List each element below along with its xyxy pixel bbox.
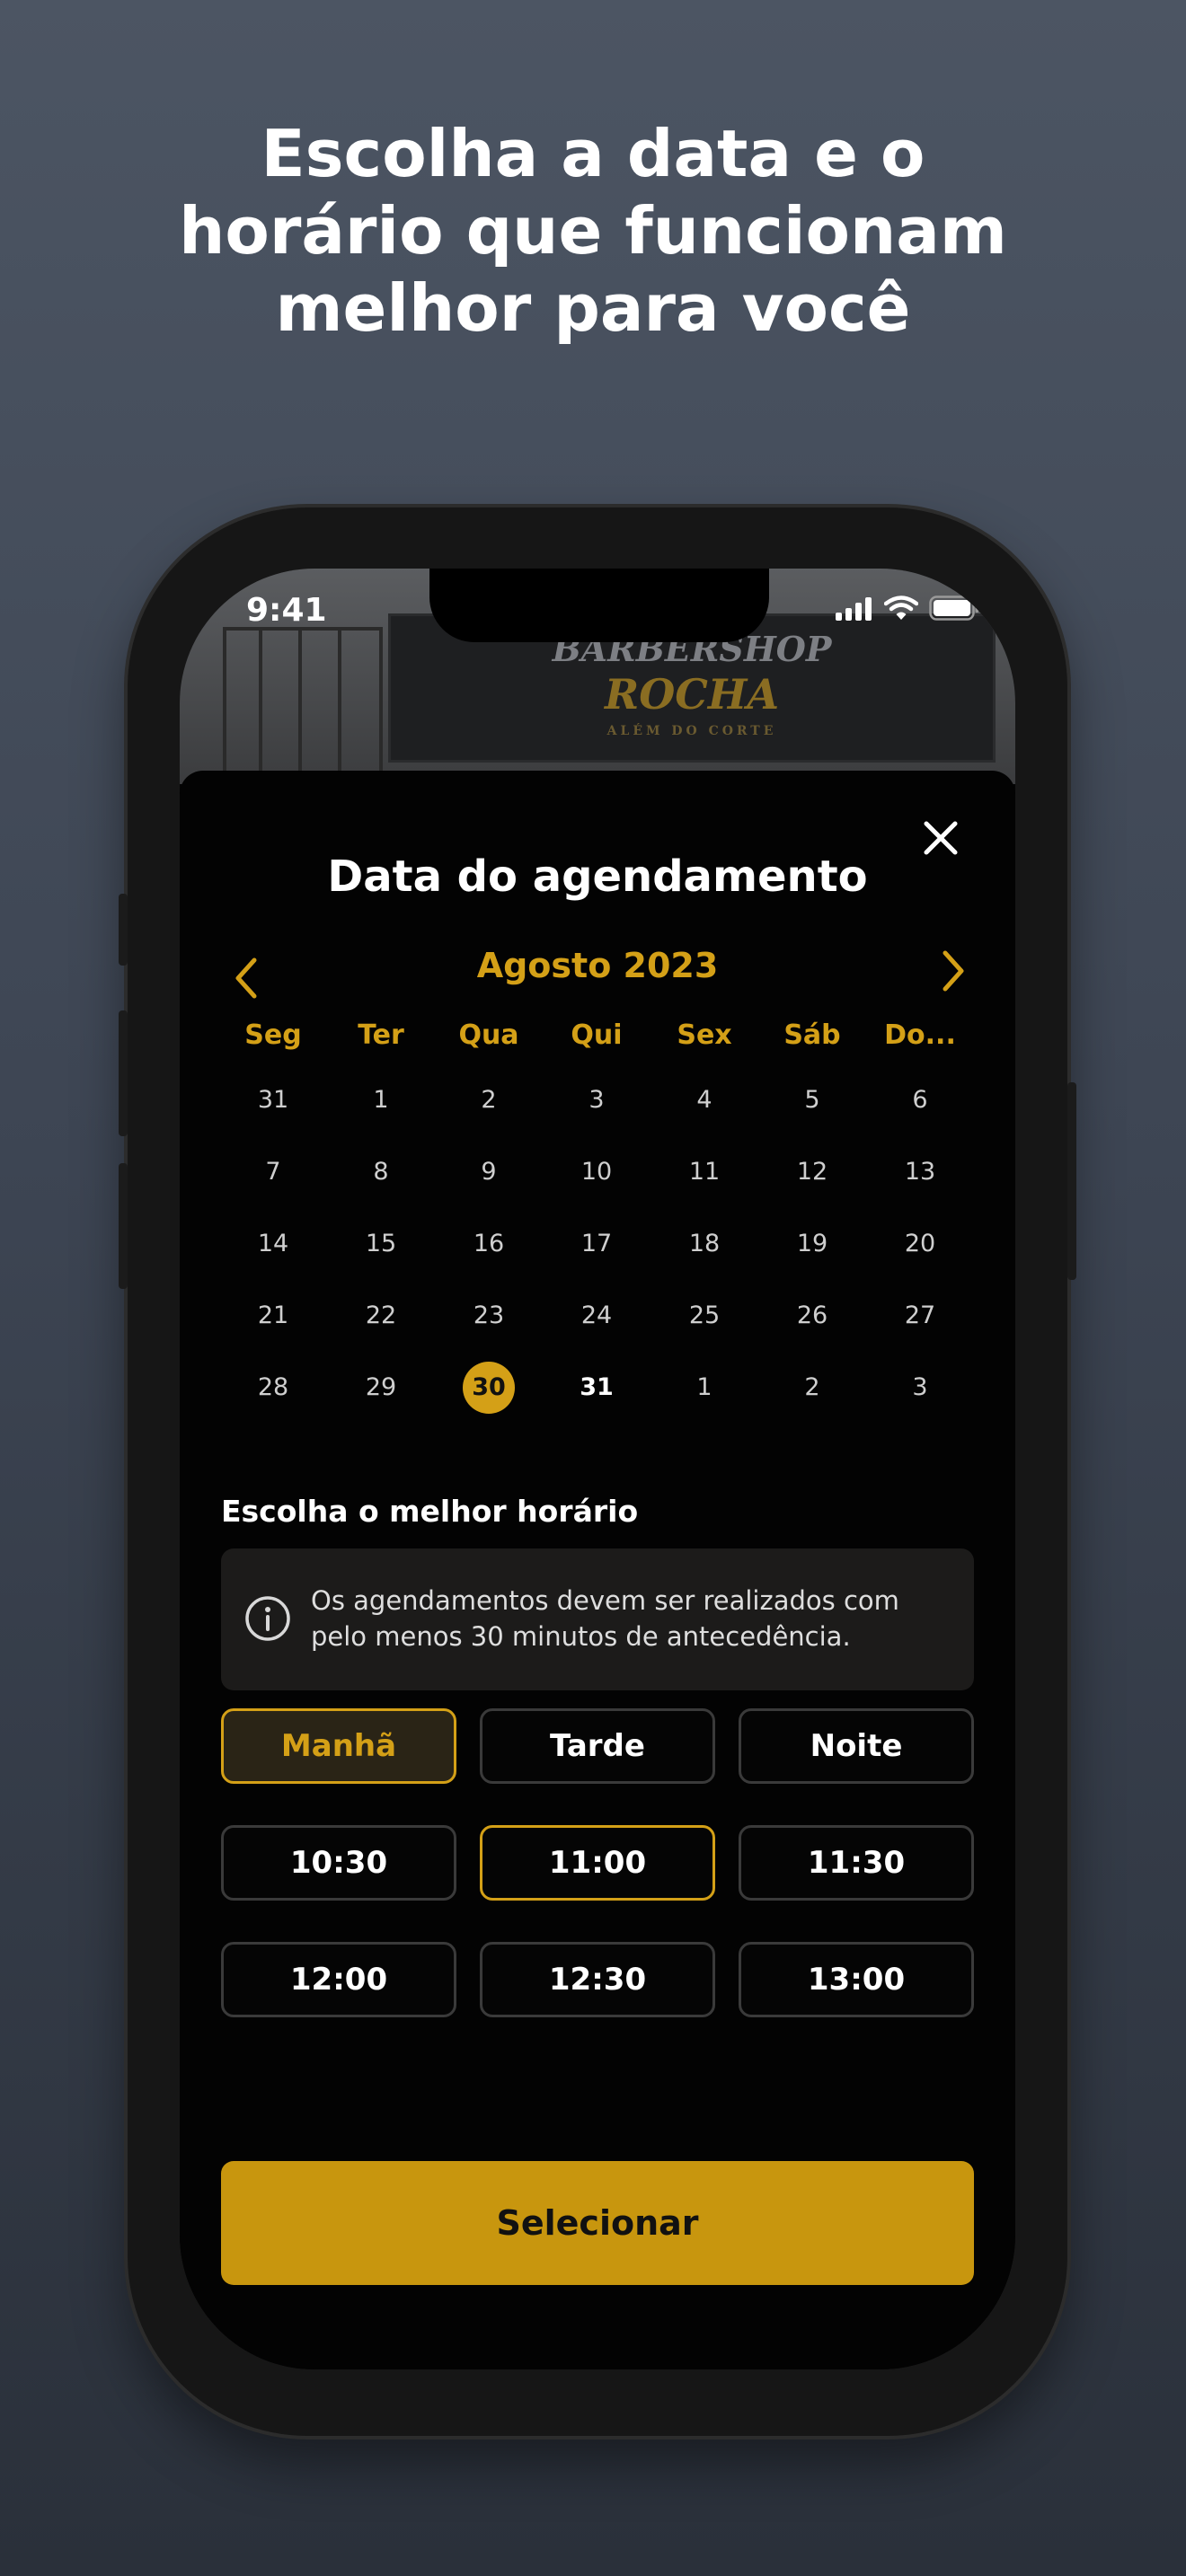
month-navigator: Agosto 2023 bbox=[180, 946, 1015, 1000]
gate-graphic bbox=[223, 627, 383, 791]
calendar-day[interactable]: 23 bbox=[435, 1289, 543, 1343]
calendar-day[interactable]: 11 bbox=[651, 1145, 758, 1199]
calendar-day[interactable]: 10 bbox=[543, 1145, 651, 1199]
weekday-label: Sáb bbox=[783, 1019, 841, 1051]
status-icons bbox=[836, 595, 979, 621]
dynamic-island bbox=[429, 569, 769, 642]
time-slot-button-selected[interactable]: 11:00 bbox=[480, 1825, 715, 1901]
time-slot-button[interactable]: 12:30 bbox=[480, 1942, 715, 2017]
time-slot-button[interactable]: 12:00 bbox=[221, 1942, 456, 2017]
status-time: 9:41 bbox=[246, 592, 327, 629]
calendar-day[interactable]: 9 bbox=[435, 1145, 543, 1199]
calendar-day[interactable]: 1 bbox=[327, 1073, 435, 1127]
calendar-day[interactable]: 4 bbox=[651, 1073, 758, 1127]
calendar-day[interactable]: 21 bbox=[219, 1289, 327, 1343]
weekday-header: Seg Ter Qua Qui Sex Sáb Do... bbox=[219, 1019, 974, 1051]
calendar-day-selected[interactable]: 30 bbox=[435, 1361, 543, 1415]
month-label: Agosto 2023 bbox=[476, 946, 719, 985]
calendar-day[interactable]: 8 bbox=[327, 1145, 435, 1199]
period-night-button[interactable]: Noite bbox=[739, 1708, 974, 1784]
calendar-day[interactable]: 3 bbox=[543, 1073, 651, 1127]
weekday-label: Ter bbox=[358, 1019, 404, 1051]
power-button bbox=[1067, 1082, 1076, 1280]
sign-line-3: ALÉM DO CORTE bbox=[606, 724, 777, 738]
info-icon bbox=[245, 1596, 290, 1641]
next-month-icon[interactable] bbox=[934, 948, 970, 994]
info-text: Os agendamentos devem ser realizados com… bbox=[311, 1585, 899, 1652]
calendar-week: 14 15 16 17 18 19 20 bbox=[219, 1217, 974, 1271]
calendar-day[interactable]: 18 bbox=[651, 1217, 758, 1271]
calendar-day[interactable]: 28 bbox=[219, 1361, 327, 1415]
time-slots-row: 12:00 12:30 13:00 bbox=[221, 1942, 974, 2017]
calendar-day[interactable]: 19 bbox=[758, 1217, 866, 1271]
headline-line-1: Escolha a data e o bbox=[261, 116, 925, 191]
calendar-day[interactable]: 31 bbox=[543, 1361, 651, 1415]
calendar-day[interactable]: 17 bbox=[543, 1217, 651, 1271]
calendar-day[interactable]: 20 bbox=[866, 1217, 974, 1271]
time-slots-row: 10:30 11:00 11:30 bbox=[221, 1825, 974, 1901]
calendar-week: 7 8 9 10 11 12 13 bbox=[219, 1145, 974, 1199]
calendar-day[interactable]: 7 bbox=[219, 1145, 327, 1199]
volume-down-button bbox=[119, 1163, 128, 1289]
calendar-day[interactable]: 26 bbox=[758, 1289, 866, 1343]
calendar-day[interactable]: 2 bbox=[435, 1073, 543, 1127]
battery-icon bbox=[929, 595, 978, 621]
sign-line-2: ROCHA bbox=[604, 670, 780, 719]
select-button[interactable]: Selecionar bbox=[221, 2161, 974, 2285]
calendar-day[interactable]: 14 bbox=[219, 1217, 327, 1271]
headline: Escolha a data e o horário que funcionam… bbox=[0, 115, 1186, 347]
calendar-day[interactable]: 13 bbox=[866, 1145, 974, 1199]
calendar-day[interactable]: 6 bbox=[866, 1073, 974, 1127]
time-slot-button[interactable]: 13:00 bbox=[739, 1942, 974, 2017]
period-afternoon-button[interactable]: Tarde bbox=[480, 1708, 715, 1784]
info-notice: Os agendamentos devem ser realizados com… bbox=[221, 1548, 974, 1690]
phone-screen: BARBERSHOP ROCHA ALÉM DO CORTE 9:41 Data… bbox=[180, 569, 1015, 2369]
calendar-day[interactable]: 2 bbox=[758, 1361, 866, 1415]
calendar-day[interactable]: 12 bbox=[758, 1145, 866, 1199]
calendar-week: 21 22 23 24 25 26 27 bbox=[219, 1289, 974, 1343]
calendar-day[interactable]: 5 bbox=[758, 1073, 866, 1127]
selected-day-label: 30 bbox=[463, 1362, 515, 1414]
appointment-sheet: Data do agendamento Agosto 2023 Seg Ter … bbox=[180, 771, 1015, 2369]
phone-frame: BARBERSHOP ROCHA ALÉM DO CORTE 9:41 Data… bbox=[119, 507, 1076, 2436]
time-section-title: Escolha o melhor horário bbox=[221, 1494, 639, 1529]
calendar-day[interactable]: 25 bbox=[651, 1289, 758, 1343]
weekday-label: Seg bbox=[244, 1019, 302, 1051]
weekday-label: Do... bbox=[884, 1019, 956, 1051]
sheet-title: Data do agendamento bbox=[327, 851, 868, 902]
calendar-day[interactable]: 24 bbox=[543, 1289, 651, 1343]
cellular-signal-icon bbox=[836, 597, 872, 621]
calendar-day[interactable]: 3 bbox=[866, 1361, 974, 1415]
headline-line-3: melhor para você bbox=[275, 270, 911, 346]
time-slot-button[interactable]: 11:30 bbox=[739, 1825, 974, 1901]
period-selector: Manhã Tarde Noite bbox=[221, 1708, 974, 1784]
calendar-day[interactable]: 16 bbox=[435, 1217, 543, 1271]
calendar-day[interactable]: 27 bbox=[866, 1289, 974, 1343]
weekday-label: Qui bbox=[571, 1019, 623, 1051]
period-morning-button[interactable]: Manhã bbox=[221, 1708, 456, 1784]
headline-line-2: horário que funcionam bbox=[179, 193, 1007, 269]
volume-up-button bbox=[119, 1010, 128, 1136]
time-slot-button[interactable]: 10:30 bbox=[221, 1825, 456, 1901]
calendar-day[interactable]: 15 bbox=[327, 1217, 435, 1271]
calendar-week: 31 1 2 3 4 5 6 bbox=[219, 1073, 974, 1127]
calendar-day[interactable]: 1 bbox=[651, 1361, 758, 1415]
wifi-icon bbox=[884, 595, 918, 620]
weekday-label: Qua bbox=[458, 1019, 519, 1051]
silent-switch bbox=[119, 894, 128, 966]
weekday-label: Sex bbox=[677, 1019, 732, 1051]
calendar-week: 28 29 30 31 1 2 3 bbox=[219, 1361, 974, 1415]
calendar-day[interactable]: 31 bbox=[219, 1073, 327, 1127]
calendar-day[interactable]: 29 bbox=[327, 1361, 435, 1415]
calendar-day[interactable]: 22 bbox=[327, 1289, 435, 1343]
